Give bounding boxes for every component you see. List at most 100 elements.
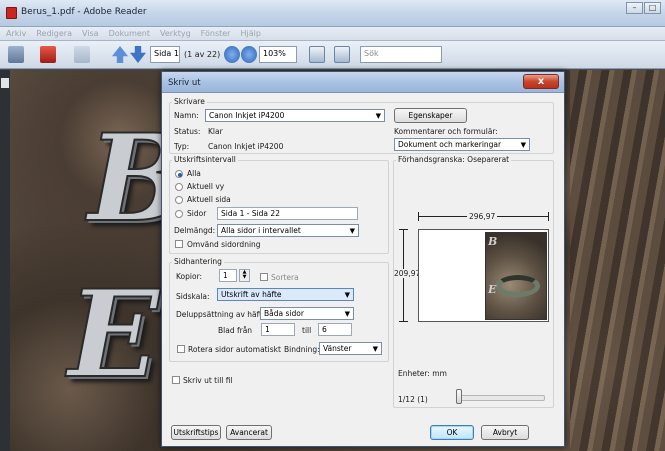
height-dimension-tick-bottom (399, 321, 408, 322)
sheets-from-input[interactable]: 1 (261, 323, 295, 336)
print-to-file-checkbox[interactable] (172, 376, 180, 384)
fit-width-icon[interactable] (334, 46, 350, 63)
booklet-subset-label: Deluppsättning av häfte: (176, 310, 270, 319)
range-pages-radio[interactable] (175, 210, 183, 218)
preview-letter-b: B (488, 235, 498, 248)
type-label: Typ: (174, 142, 190, 151)
ok-button[interactable]: OK (430, 425, 474, 440)
print-dialog: Skriv ut x Skrivare Namn: Canon Inkjet i… (161, 71, 565, 447)
print-range-legend: Utskriftsintervall (172, 155, 238, 164)
binding-value: Vänster (323, 344, 352, 353)
menu-bar: Arkiv Redigera Visa Dokument Verktyg Fönster H… (0, 27, 665, 41)
width-dimension-tick-left (418, 212, 419, 221)
copies-input[interactable]: 1 (219, 269, 237, 282)
document-letter-e: E (67, 263, 160, 406)
booklet-subset-select[interactable]: Båda sidor ▼ (260, 307, 354, 320)
adobe-reader-icon (6, 7, 17, 19)
menu-hjalp[interactable]: Hjälp (234, 27, 264, 38)
page-number-input[interactable]: Sida 1 (150, 46, 180, 63)
range-current-page-radio[interactable] (175, 196, 183, 204)
cancel-button[interactable]: Avbryt (481, 425, 529, 440)
pages-input[interactable]: Sida 1 - Sida 22 (217, 207, 358, 220)
menu-arkiv[interactable]: Arkiv (0, 27, 30, 38)
printer-legend: Skrivare (172, 97, 207, 106)
height-dimension-tick-top (399, 229, 408, 230)
subset-label: Delmängd: (174, 226, 216, 235)
binding-label: Bindning: (284, 345, 320, 354)
menu-dokument[interactable]: Dokument (103, 27, 154, 38)
zoom-input[interactable]: 103% (259, 46, 297, 63)
previous-page-icon[interactable] (112, 46, 128, 63)
status-label: Status: (174, 127, 201, 136)
pages-icon[interactable] (1, 78, 9, 88)
properties-button[interactable]: Egenskaper (394, 108, 467, 123)
menu-redigera[interactable]: Redigera (30, 27, 76, 38)
sheets-to-label: till (302, 326, 312, 335)
units-label: Enheter: mm (398, 369, 447, 378)
reverse-pages-checkbox[interactable] (175, 240, 183, 248)
printer-name-label: Namn: (174, 111, 199, 120)
preview-slider-thumb[interactable] (456, 389, 462, 404)
navigation-pane (0, 70, 10, 451)
autorotate-label: Rotera sidor automatiskt (188, 345, 281, 354)
comments-value: Dokument och markeringar (398, 140, 502, 149)
copies-label: Kopior: (176, 272, 203, 281)
collate-label: Sortera (271, 273, 299, 282)
comments-select[interactable]: Dokument och markeringar ▼ (394, 138, 530, 151)
printer-name-value: Canon Inkjet iP4200 (209, 111, 285, 120)
preview-page: B E (418, 229, 549, 322)
create-pdf-icon[interactable] (40, 46, 56, 63)
zoom-out-icon[interactable] (224, 46, 240, 63)
comments-label: Kommentarer och formulär: (394, 127, 498, 136)
sheets-from-label: Blad från (218, 326, 253, 335)
minimize-button[interactable]: – (626, 2, 643, 14)
next-page-icon[interactable] (130, 46, 146, 63)
print-icon[interactable] (8, 46, 24, 63)
scaling-label: Sidskala: (176, 292, 210, 301)
close-button[interactable]: x (523, 74, 559, 89)
print-tips-button[interactable]: Utskriftstips (171, 425, 221, 440)
dialog-title-bar: Skriv ut x (162, 72, 564, 93)
range-current-page-label: Aktuell sida (187, 195, 231, 204)
dialog-title: Skriv ut (168, 78, 201, 88)
subset-select[interactable]: Alla sidor i intervallet ▼ (217, 224, 359, 237)
preview-image: B E (485, 232, 547, 320)
collate-checkbox[interactable] (260, 273, 268, 281)
subset-value: Alla sidor i intervallet (221, 226, 301, 235)
search-input[interactable]: Sök (360, 46, 442, 63)
preview-legend: Förhandsgranska: Oseparerat (396, 155, 512, 164)
chevron-down-icon: ▼ (372, 345, 378, 353)
reverse-pages-label: Omvänd sidordning (187, 240, 261, 249)
advanced-button[interactable]: Avancerat (226, 425, 272, 440)
chevron-down-icon: ▼ (344, 291, 350, 299)
binding-select[interactable]: Vänster ▼ (319, 342, 382, 355)
autorotate-checkbox[interactable] (177, 345, 185, 353)
toolbar: Sida 1 (1 av 22) 103% Sök (0, 41, 665, 69)
width-dimension-tick-right (548, 212, 549, 221)
preview-width: 296,97 (467, 212, 498, 221)
copies-stepper[interactable]: ▲ ▼ (239, 269, 250, 282)
status-value: Klar (208, 127, 223, 136)
document-background-texture (570, 70, 665, 451)
fit-page-icon[interactable] (309, 46, 325, 63)
range-pages-label: Sidor (187, 209, 207, 218)
range-all-label: Alla (187, 169, 201, 178)
menu-fonster[interactable]: Fönster (195, 27, 235, 38)
menu-visa[interactable]: Visa (76, 27, 103, 38)
sheets-to-input[interactable]: 6 (318, 323, 352, 336)
chevron-down-icon: ▼ (520, 141, 526, 149)
maximize-button[interactable]: □ (644, 2, 661, 14)
page-count: (1 av 22) (184, 50, 221, 59)
scaling-select[interactable]: Utskrift av häfte ▼ (217, 288, 354, 301)
preview-letter-e: E (488, 283, 497, 296)
scaling-value: Utskrift av häfte (221, 290, 282, 299)
range-all-radio[interactable] (175, 170, 183, 178)
collaborate-icon[interactable] (74, 46, 90, 63)
page-indicator: 1/12 (1) (398, 395, 428, 404)
range-current-view-radio[interactable] (175, 183, 183, 191)
zoom-in-icon[interactable] (241, 46, 257, 63)
chevron-down-icon: ▼ (375, 112, 381, 120)
preview-slider-track[interactable] (457, 395, 545, 401)
printer-name-select[interactable]: Canon Inkjet iP4200 ▼ (205, 109, 385, 122)
menu-verktyg[interactable]: Verktyg (154, 27, 195, 38)
